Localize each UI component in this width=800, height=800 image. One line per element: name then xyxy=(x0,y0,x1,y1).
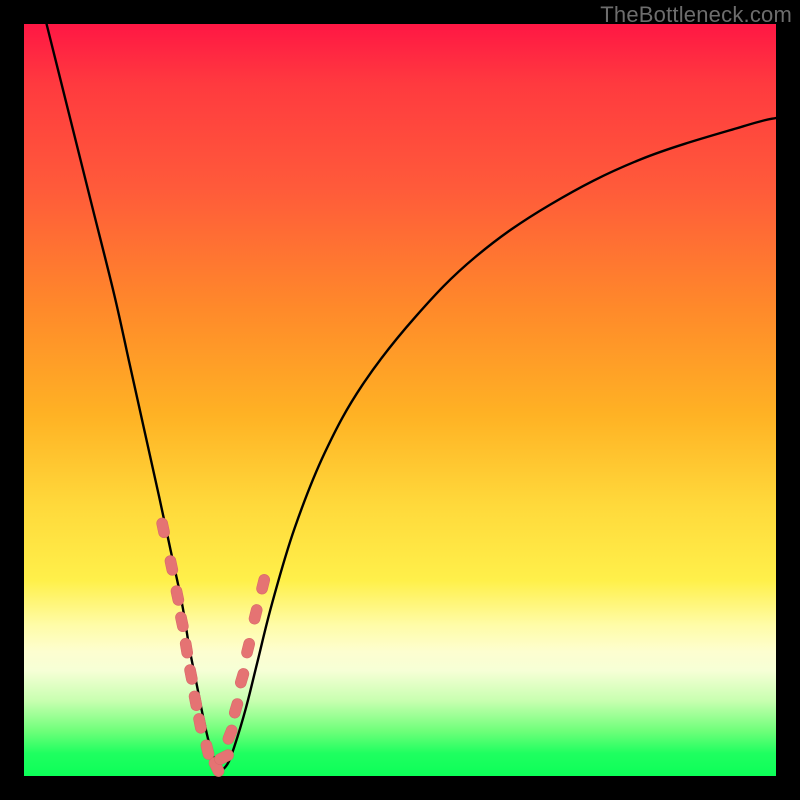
curve-layer xyxy=(47,24,776,769)
highlight-marker xyxy=(188,690,203,712)
highlight-marker xyxy=(248,603,264,625)
highlight-marker xyxy=(234,667,250,689)
highlight-marker xyxy=(184,664,199,686)
marker-layer xyxy=(156,517,271,778)
highlight-marker xyxy=(174,611,189,633)
chart-frame: TheBottleneck.com xyxy=(0,0,800,800)
highlight-marker xyxy=(193,712,208,734)
highlight-marker xyxy=(255,573,271,595)
highlight-marker xyxy=(228,697,244,719)
plot-area xyxy=(24,24,776,776)
highlight-marker xyxy=(179,637,193,659)
watermark-text: TheBottleneck.com xyxy=(600,2,792,28)
highlight-marker xyxy=(170,585,185,607)
highlight-marker xyxy=(240,637,256,659)
highlight-marker xyxy=(164,555,179,577)
bottleneck-curve xyxy=(47,24,776,769)
highlight-marker xyxy=(156,517,171,539)
chart-svg xyxy=(24,24,776,776)
